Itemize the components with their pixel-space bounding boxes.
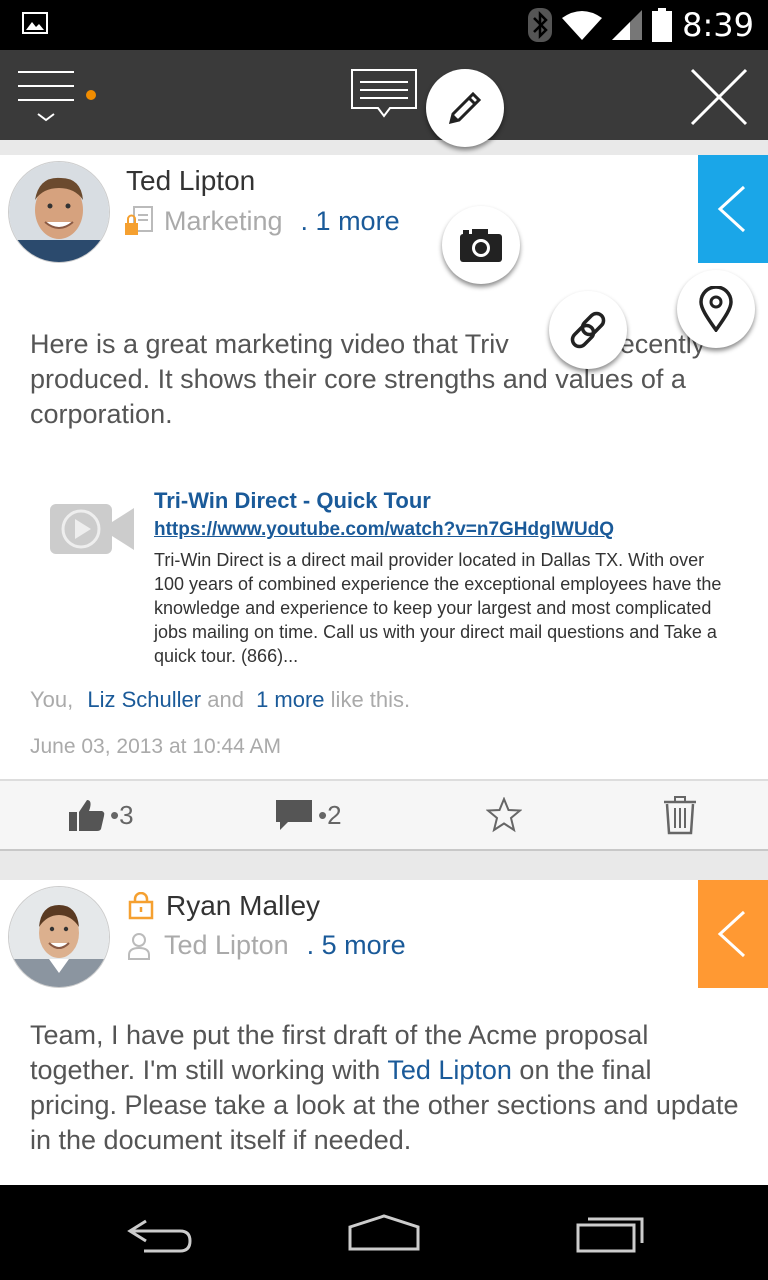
video-icon[interactable]	[48, 500, 136, 558]
like-button[interactable]: •3	[68, 795, 134, 835]
delete-button[interactable]	[662, 795, 698, 835]
recent-apps-icon[interactable]	[574, 1213, 646, 1255]
thumbs-up-icon	[69, 800, 105, 831]
link-icon	[570, 311, 606, 349]
avatar[interactable]	[8, 161, 110, 263]
more-recipients-link[interactable]: . 5 more	[307, 930, 406, 961]
status-bar: 8:39	[0, 0, 768, 50]
link-url[interactable]: https://www.youtube.com/watch?v=n7GHdglW…	[154, 519, 614, 541]
avatar[interactable]	[8, 886, 110, 988]
bluetooth-icon	[528, 8, 553, 42]
expand-post-tab[interactable]	[698, 155, 768, 263]
clock: 8:39	[682, 6, 754, 44]
recipient-name[interactable]: Ted Lipton	[164, 930, 289, 961]
post-timestamp: June 03, 2013 at 10:44 AM	[30, 735, 282, 758]
add-photo-button[interactable]	[442, 206, 520, 284]
action-bar	[0, 50, 768, 140]
star-icon	[486, 797, 522, 833]
menu-icon[interactable]	[14, 66, 84, 126]
favorite-button[interactable]	[486, 795, 522, 835]
image-notification-icon	[22, 12, 48, 34]
post-audience: Ted Lipton . 5 more	[124, 930, 406, 961]
expand-post-tab[interactable]	[698, 880, 768, 988]
comment-icon	[276, 800, 312, 830]
wifi-icon	[562, 11, 603, 40]
back-icon[interactable]	[124, 1215, 196, 1255]
group-name[interactable]: Marketing	[164, 206, 283, 237]
close-icon[interactable]	[690, 68, 748, 126]
mention-link[interactable]: Ted Lipton	[387, 1055, 512, 1085]
comment-button[interactable]: •2	[274, 795, 342, 835]
compose-message-icon[interactable]	[350, 68, 418, 120]
add-link-button[interactable]	[549, 291, 627, 369]
liker-link[interactable]: Liz Schuller	[87, 687, 201, 712]
location-pin-icon	[699, 286, 733, 332]
link-title[interactable]: Tri-Win Direct - Quick Tour	[154, 488, 431, 514]
post-body: Here is a great marketing video that Tri…	[30, 329, 706, 429]
write-post-button[interactable]	[426, 69, 504, 147]
notification-dot	[86, 90, 96, 100]
add-location-button[interactable]	[677, 270, 755, 348]
signal-icon	[612, 10, 643, 40]
post-author[interactable]: Ryan Malley	[166, 890, 320, 922]
locked-group-icon	[125, 206, 153, 235]
post-card: Ted Lipton Marketing . 1 more Here is a …	[0, 155, 768, 851]
pencil-icon	[448, 91, 482, 125]
chevron-left-icon	[717, 185, 746, 233]
post-actions: •3 •2	[0, 779, 768, 851]
more-recipients-link[interactable]: . 1 more	[301, 206, 400, 237]
post-body: Team, I have put the first draft of the …	[30, 1020, 739, 1155]
post-author[interactable]: Ted Lipton	[126, 165, 255, 197]
post-audience: Marketing . 1 more	[124, 205, 400, 237]
person-icon	[128, 932, 150, 960]
camera-icon	[460, 229, 502, 262]
link-description: Tri-Win Direct is a direct mail provider…	[154, 550, 722, 666]
navigation-bar	[0, 1185, 768, 1280]
lock-icon	[128, 892, 154, 920]
home-icon[interactable]	[346, 1213, 422, 1253]
likes-summary: You, Liz Schuller and 1 more like this.	[30, 687, 411, 712]
battery-icon	[652, 8, 673, 42]
more-likers-link[interactable]: 1 more	[256, 687, 324, 712]
post-card: Ryan Malley Ted Lipton . 5 more Team, I …	[0, 880, 768, 1185]
trash-icon	[664, 796, 696, 835]
chevron-left-icon	[717, 910, 746, 958]
